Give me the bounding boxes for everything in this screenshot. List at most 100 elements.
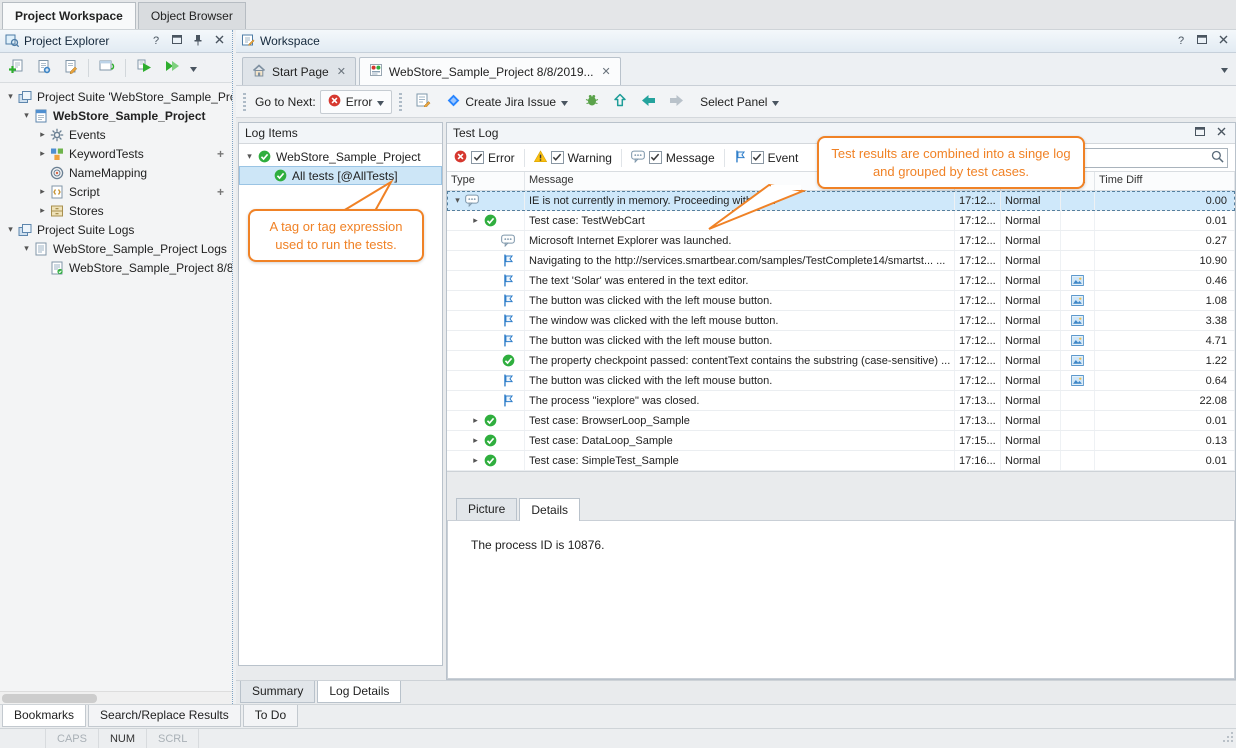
- filter-event-checkbox[interactable]: [751, 151, 764, 164]
- log-row-link[interactable]: [1061, 351, 1095, 370]
- toolbar-grip[interactable]: [399, 93, 402, 111]
- organize-items-button[interactable]: [95, 56, 119, 80]
- tree-item-project-suite-logs[interactable]: ▾Project Suite Logs: [0, 220, 232, 239]
- add-item-button[interactable]: [4, 56, 28, 80]
- filter-message-checkbox[interactable]: [649, 151, 662, 164]
- log-row[interactable]: The button was clicked with the left mou…: [447, 331, 1235, 351]
- add-child-button[interactable]: +: [217, 185, 232, 199]
- toolbar-grip[interactable]: [243, 93, 246, 111]
- expand-icon[interactable]: ▸: [36, 129, 49, 140]
- run-suite-button[interactable]: [159, 56, 183, 80]
- filter-warning[interactable]: Warning: [534, 150, 612, 166]
- collapse-icon[interactable]: ▾: [4, 91, 17, 102]
- create-jira-issue-button[interactable]: Create Jira Issue: [439, 90, 576, 114]
- help-button[interactable]: ?: [148, 33, 164, 49]
- back-button[interactable]: [636, 90, 660, 114]
- tab-log-details[interactable]: Log Details: [317, 681, 401, 703]
- tree-item-project-suite-webstore-sample-projec[interactable]: ▾Project Suite 'WebStore_Sample_Projec: [0, 87, 232, 106]
- tab-project-workspace[interactable]: Project Workspace: [2, 2, 136, 29]
- log-row[interactable]: ▸Test case: TestWebCart17:12...Normal0.0…: [447, 211, 1235, 231]
- tab-search-replace-results[interactable]: Search/Replace Results: [88, 705, 241, 727]
- expand-icon[interactable]: ▸: [469, 455, 482, 466]
- expand-icon[interactable]: ▸: [36, 205, 49, 216]
- forward-button[interactable]: [664, 90, 688, 114]
- log-row[interactable]: The process "iexplore" was closed.17:13.…: [447, 391, 1235, 411]
- add-new-item-button[interactable]: [31, 56, 55, 80]
- close-panel-button[interactable]: [1215, 33, 1231, 49]
- collapse-icon[interactable]: ▾: [451, 195, 464, 206]
- log-row[interactable]: Navigating to the http://services.smartb…: [447, 251, 1235, 271]
- tab-details[interactable]: Details: [519, 498, 580, 521]
- tree-item-script[interactable]: ▸Script+: [0, 182, 232, 201]
- tab-list-dropdown[interactable]: [1221, 62, 1228, 76]
- float-button[interactable]: [1194, 33, 1210, 49]
- close-panel-button[interactable]: [211, 33, 227, 49]
- log-row-link[interactable]: [1061, 291, 1095, 310]
- post-defect-button[interactable]: [580, 90, 604, 114]
- tab-object-browser[interactable]: Object Browser: [138, 2, 246, 29]
- tab-bookmarks[interactable]: Bookmarks: [2, 705, 86, 727]
- up-one-level-button[interactable]: [608, 90, 632, 114]
- go-to-next-error-button[interactable]: Error: [320, 90, 393, 114]
- scrollbar-thumb[interactable]: [2, 694, 97, 703]
- filter-warning-checkbox[interactable]: [551, 151, 564, 164]
- doc-tab-start-page[interactable]: Start Page ✕: [242, 57, 356, 85]
- column-header-type[interactable]: Type: [447, 172, 525, 190]
- log-row-link[interactable]: [1061, 311, 1095, 330]
- filter-error-checkbox[interactable]: [471, 151, 484, 164]
- log-row[interactable]: The text 'Solar' was entered in the text…: [447, 271, 1235, 291]
- log-row[interactable]: The window was clicked with the left mou…: [447, 311, 1235, 331]
- pin-button[interactable]: [190, 33, 206, 49]
- resize-grip[interactable]: [1222, 731, 1236, 746]
- collapse-icon[interactable]: ▾: [243, 151, 256, 162]
- log-row-link[interactable]: [1061, 271, 1095, 290]
- tree-item-webstore-sample-project[interactable]: ▾WebStore_Sample_Project: [239, 147, 442, 166]
- collapse-icon[interactable]: ▾: [20, 110, 33, 121]
- tab-summary[interactable]: Summary: [240, 681, 315, 703]
- close-tab-icon[interactable]: ✕: [335, 65, 346, 78]
- expand-icon[interactable]: ▸: [469, 435, 482, 446]
- add-child-button[interactable]: +: [217, 147, 232, 161]
- select-panel-button[interactable]: Select Panel: [692, 91, 787, 113]
- log-row[interactable]: The button was clicked with the left mou…: [447, 371, 1235, 391]
- create-issue-form-button[interactable]: [411, 90, 435, 114]
- expand-icon[interactable]: ▸: [469, 215, 482, 226]
- filter-event[interactable]: Event: [734, 150, 799, 166]
- close-tab-icon[interactable]: ✕: [600, 65, 611, 78]
- run-options-dropdown[interactable]: [186, 56, 200, 80]
- tab-picture[interactable]: Picture: [456, 498, 517, 520]
- log-row[interactable]: Microsoft Internet Explorer was launched…: [447, 231, 1235, 251]
- column-header-time-diff[interactable]: Time Diff: [1095, 172, 1235, 190]
- log-row-link[interactable]: [1061, 371, 1095, 390]
- tree-item-keywordtests[interactable]: ▸KeywordTests+: [0, 144, 232, 163]
- tree-item-namemapping[interactable]: NameMapping: [0, 163, 232, 182]
- log-row[interactable]: ▸Test case: BrowserLoop_Sample17:13...No…: [447, 411, 1235, 431]
- filter-message[interactable]: Message: [631, 150, 715, 166]
- log-row-link[interactable]: [1061, 331, 1095, 350]
- log-row[interactable]: The button was clicked with the left mou…: [447, 291, 1235, 311]
- expand-icon[interactable]: ▸: [36, 148, 49, 159]
- close-panel-button[interactable]: [1213, 125, 1229, 141]
- horizontal-scrollbar[interactable]: [0, 691, 232, 704]
- collapse-icon[interactable]: ▾: [20, 243, 33, 254]
- log-row[interactable]: The property checkpoint passed: contentT…: [447, 351, 1235, 371]
- expand-icon[interactable]: ▸: [469, 415, 482, 426]
- collapse-icon[interactable]: ▾: [4, 224, 17, 235]
- expand-icon[interactable]: ▸: [36, 186, 49, 197]
- edit-item-button[interactable]: [58, 56, 82, 80]
- tree-item-webstore-sample-project-8-8-2[interactable]: WebStore_Sample_Project 8/8/2...: [0, 258, 232, 277]
- log-row[interactable]: ▾IE is not currently in memory. Proceedi…: [447, 191, 1235, 211]
- tree-item-webstore-sample-project-logs[interactable]: ▾WebStore_Sample_Project Logs: [0, 239, 232, 258]
- log-row[interactable]: ▸Test case: SimpleTest_Sample17:16...Nor…: [447, 451, 1235, 471]
- doc-tab-test-log[interactable]: WebStore_Sample_Project 8/8/2019... ✕: [359, 57, 621, 85]
- tree-item-events[interactable]: ▸Events: [0, 125, 232, 144]
- run-project-button[interactable]: [132, 56, 156, 80]
- float-button[interactable]: [1192, 125, 1208, 141]
- tree-item-stores[interactable]: ▸Stores: [0, 201, 232, 220]
- filter-error[interactable]: Error: [454, 150, 515, 166]
- tree-item-webstore-sample-project[interactable]: ▾WebStore_Sample_Project: [0, 106, 232, 125]
- tab-to-do[interactable]: To Do: [243, 705, 298, 727]
- float-button[interactable]: [169, 33, 185, 49]
- log-row[interactable]: ▸Test case: DataLoop_Sample17:15...Norma…: [447, 431, 1235, 451]
- help-button[interactable]: ?: [1173, 33, 1189, 49]
